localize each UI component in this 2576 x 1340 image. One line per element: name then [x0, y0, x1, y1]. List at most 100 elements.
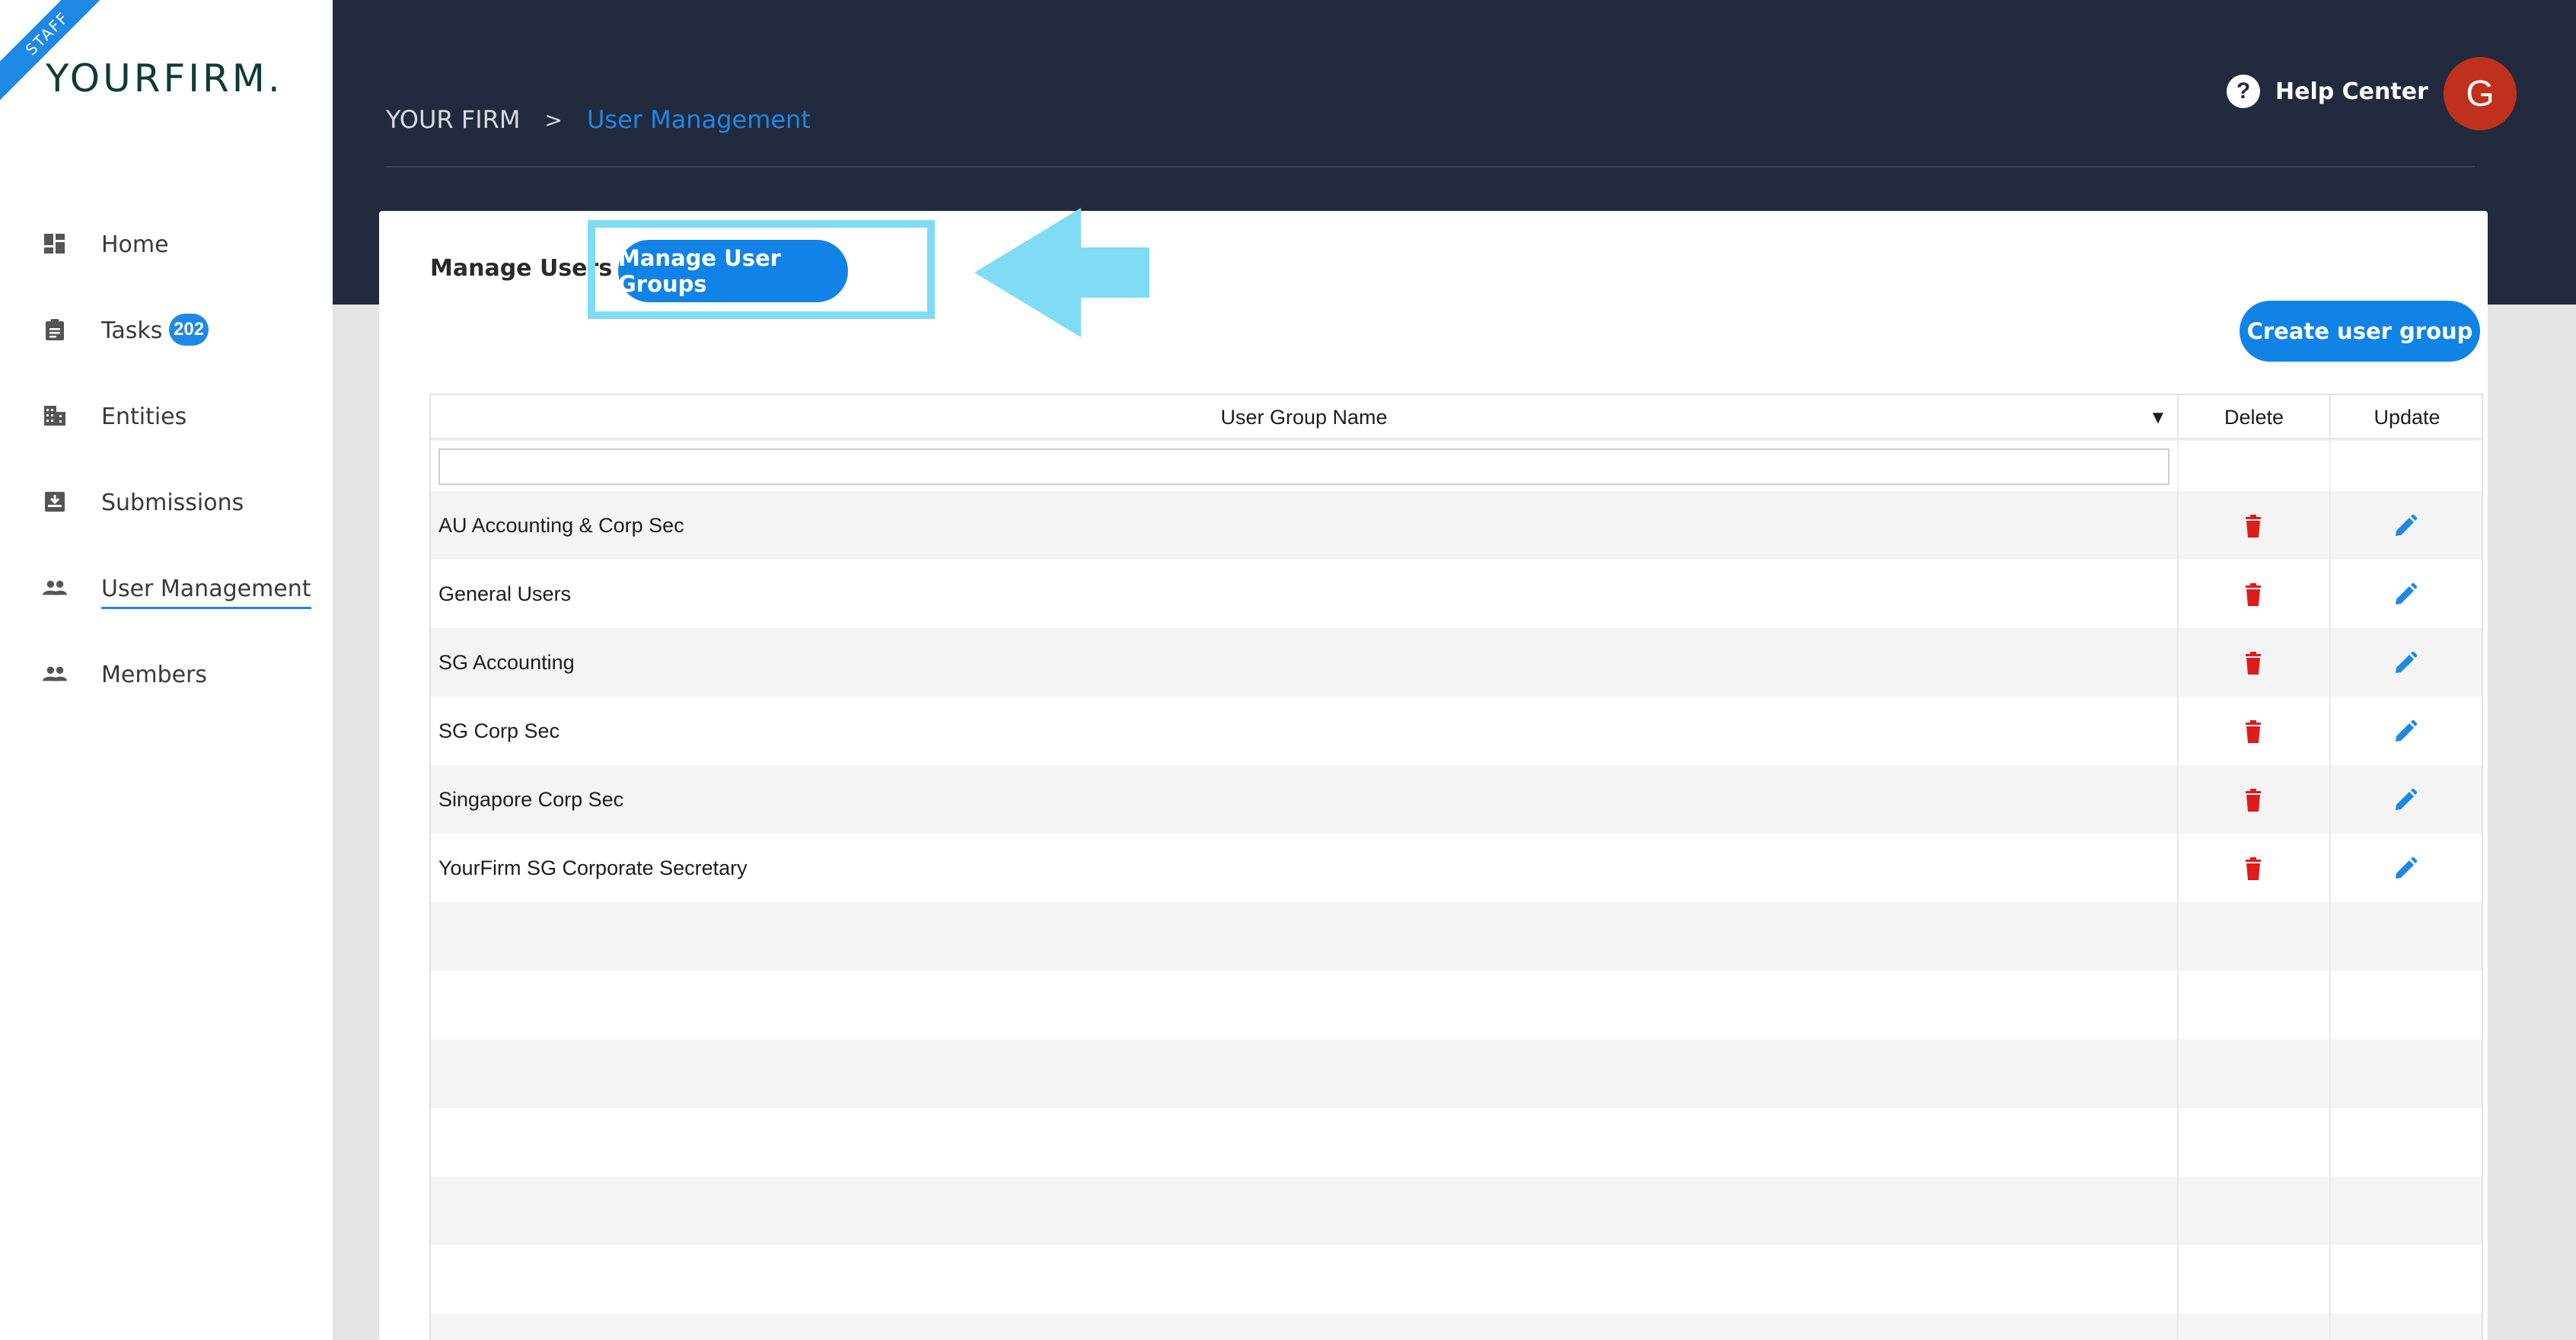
- empty-table-row: [431, 1313, 2482, 1340]
- clipboard-icon: [43, 319, 67, 340]
- column-divider: [2329, 1108, 2331, 1176]
- delete-icon[interactable]: [2238, 579, 2268, 610]
- delete-icon[interactable]: [2238, 716, 2268, 747]
- column-divider: [2177, 902, 2179, 971]
- empty-table-row: [431, 971, 2482, 1039]
- table-row: SG Accounting: [431, 628, 2482, 697]
- logo-text: YOURFIRM: [46, 56, 268, 100]
- sort-desc-icon[interactable]: ▼: [2149, 407, 2167, 429]
- column-divider: [2177, 971, 2179, 1039]
- column-divider: [2177, 765, 2179, 834]
- edit-pencil-icon[interactable]: [2390, 716, 2421, 747]
- table-row: General Users: [431, 560, 2482, 628]
- column-header-name-label: User Group Name: [1220, 405, 1388, 429]
- column-divider: [2177, 697, 2179, 765]
- edit-pencil-icon[interactable]: [2390, 785, 2421, 815]
- table-row: SG Corp Sec: [431, 697, 2482, 765]
- group-name-cell: General Users: [438, 582, 572, 605]
- building-icon: [43, 405, 67, 426]
- people-icon: [43, 577, 67, 598]
- help-center-label: Help Center: [2275, 78, 2428, 105]
- help-center-link[interactable]: ? Help Center: [2227, 75, 2428, 108]
- delete-icon[interactable]: [2238, 511, 2268, 541]
- delete-icon[interactable]: [2238, 648, 2268, 678]
- people-icon: [43, 663, 67, 684]
- delete-icon[interactable]: [2238, 853, 2268, 884]
- filter-row: [431, 441, 2482, 491]
- empty-table-row: [431, 1176, 2482, 1245]
- column-divider: [2177, 491, 2179, 560]
- column-divider: [2177, 441, 2179, 491]
- column-divider: [2329, 971, 2331, 1039]
- table-row: YourFirm SG Corporate Secretary: [431, 834, 2482, 902]
- column-divider: [2177, 628, 2179, 697]
- column-divider: [2329, 902, 2331, 971]
- edit-pencil-icon[interactable]: [2390, 579, 2421, 610]
- breadcrumb-root[interactable]: YOUR FIRM: [386, 105, 521, 134]
- column-divider: [2329, 697, 2331, 765]
- sidebar: STAFF YOURFIRM. Home Tasks 202 Entities: [0, 0, 333, 1340]
- dashboard-icon: [43, 233, 67, 254]
- sidebar-item-submissions[interactable]: Submissions: [0, 471, 333, 532]
- empty-table-row: [431, 1245, 2482, 1313]
- breadcrumb-current[interactable]: User Management: [587, 105, 811, 134]
- user-avatar[interactable]: G: [2444, 57, 2517, 130]
- column-divider: [2177, 834, 2179, 902]
- column-divider: [2177, 1313, 2179, 1340]
- table-header: User Group Name ▼ Delete Update: [431, 395, 2482, 439]
- firm-logo[interactable]: YOURFIRM.: [46, 56, 283, 100]
- group-name-cell: SG Accounting: [438, 651, 575, 674]
- annotation-arrow-icon: [974, 208, 1149, 337]
- sidebar-item-members[interactable]: Members: [0, 643, 333, 704]
- column-divider: [2177, 1039, 2179, 1108]
- column-divider: [2329, 1313, 2331, 1340]
- tab-manage-user-groups[interactable]: Manage User Groups: [618, 240, 848, 302]
- delete-icon[interactable]: [2238, 785, 2268, 815]
- column-divider: [2329, 1039, 2331, 1108]
- column-divider: [2177, 560, 2179, 628]
- sidebar-item-label: Submissions: [101, 490, 244, 516]
- sidebar-item-label: Members: [101, 662, 208, 688]
- group-name-cell: AU Accounting & Corp Sec: [438, 514, 684, 537]
- column-header-name[interactable]: User Group Name: [431, 395, 2177, 439]
- sidebar-item-label: Home: [101, 231, 169, 258]
- help-icon: ?: [2227, 75, 2260, 108]
- user-groups-table: User Group Name ▼ Delete Update AU Accou…: [429, 394, 2483, 1340]
- group-name-filter-input[interactable]: [438, 448, 2170, 485]
- sidebar-item-label: Entities: [101, 404, 187, 430]
- column-divider: [2329, 491, 2331, 560]
- sidebar-item-user-management[interactable]: User Management: [0, 557, 333, 618]
- edit-pencil-icon[interactable]: [2390, 648, 2421, 678]
- sidebar-item-entities[interactable]: Entities: [0, 385, 333, 446]
- breadcrumb: YOUR FIRM > User Management: [386, 105, 811, 134]
- edit-pencil-icon[interactable]: [2390, 511, 2421, 541]
- column-divider: [2329, 628, 2331, 697]
- empty-table-row: [431, 1108, 2482, 1176]
- tab-manage-users[interactable]: Manage Users: [430, 255, 612, 282]
- sidebar-item-label: User Management: [101, 576, 311, 609]
- column-divider: [2329, 1245, 2331, 1313]
- column-divider: [2329, 560, 2331, 628]
- column-divider: [2329, 441, 2331, 491]
- table-row: Singapore Corp Sec: [431, 765, 2482, 834]
- header-divider: [386, 166, 2475, 168]
- sidebar-item-home[interactable]: Home: [0, 213, 333, 274]
- empty-table-row: [431, 902, 2482, 971]
- column-divider: [2177, 1176, 2179, 1245]
- column-header-delete: Delete: [2177, 395, 2329, 439]
- sidebar-item-label: Tasks: [101, 317, 163, 344]
- column-divider: [2329, 1176, 2331, 1245]
- inbox-icon: [43, 491, 67, 512]
- user-groups-card: Manage Users Manage User Groups Create u…: [379, 208, 2488, 1340]
- sidebar-item-tasks[interactable]: Tasks 202: [0, 299, 333, 360]
- group-name-cell: Singapore Corp Sec: [438, 788, 624, 811]
- column-header-update: Update: [2329, 395, 2482, 439]
- tasks-count-badge: 202: [169, 314, 209, 346]
- group-name-cell: SG Corp Sec: [438, 719, 560, 742]
- breadcrumb-separator: >: [544, 107, 563, 132]
- logo-dot: .: [267, 56, 283, 100]
- table-row: AU Accounting & Corp Sec: [431, 491, 2482, 560]
- column-divider: [2329, 765, 2331, 834]
- create-user-group-button[interactable]: Create user group: [2240, 301, 2480, 362]
- edit-pencil-icon[interactable]: [2390, 853, 2421, 884]
